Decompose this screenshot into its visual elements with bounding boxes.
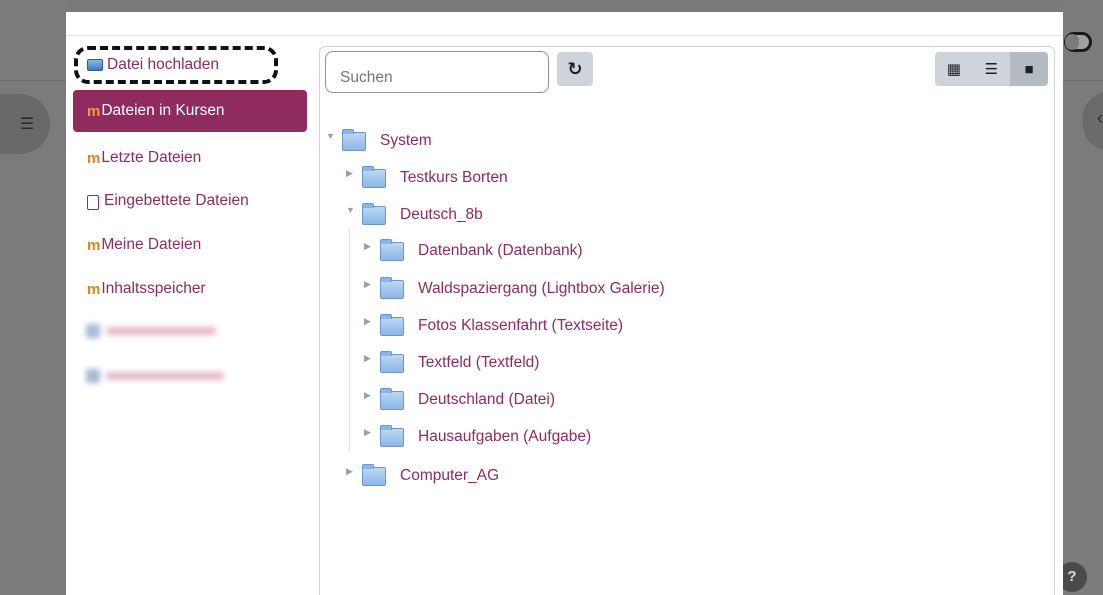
sidebar-item-my-files[interactable]: m Meine Dateien — [73, 224, 307, 266]
tree-node[interactable]: ▶ Testkurs Borten — [346, 164, 508, 192]
folder-icon — [380, 276, 404, 299]
refresh-button[interactable]: ↻ — [557, 52, 593, 86]
folder-icon — [380, 424, 404, 447]
refresh-icon: ↻ — [567, 59, 583, 79]
moodle-icon: m — [87, 280, 100, 298]
background-right-column — [1063, 0, 1103, 595]
moodle-icon: m — [87, 102, 100, 120]
tree-node[interactable]: ▼ Deutsch_8b — [346, 201, 483, 229]
list-view-button[interactable]: ☰ — [973, 52, 1011, 86]
collapsed-caret-icon: ▶ — [346, 167, 353, 178]
list-icon: ☰ — [19, 116, 35, 133]
sidebar-item-label: Inhaltsspeicher — [101, 280, 206, 297]
sidebar-item-label: Meine Dateien — [101, 236, 202, 253]
tree-node[interactable]: ▶ Hausaufgaben (Aufgabe) — [364, 423, 591, 451]
moodle-icon: m — [87, 236, 100, 254]
tree-view-button[interactable]: ■ — [1010, 52, 1048, 86]
background-divider — [0, 80, 66, 81]
file-picker-dialog: Datei hochladen m Dateien in Kursen m Le… — [66, 12, 1063, 595]
dialog-header-divider — [66, 35, 1063, 36]
highlight-annotation — [74, 46, 278, 84]
chevron-left-icon: ‹ — [1097, 108, 1103, 128]
folder-icon — [342, 128, 366, 151]
collapsed-caret-icon: ▶ — [364, 278, 371, 289]
collapsed-caret-icon: ▶ — [364, 389, 371, 400]
document-icon — [87, 194, 99, 210]
moodle-icon: m — [87, 149, 100, 167]
tree-node[interactable]: ▶ Deutschland (Datei) — [364, 386, 555, 414]
sidebar-item-obscured[interactable] — [86, 369, 224, 383]
tree-node[interactable]: ▶ Datenbank (Datenbank) — [364, 237, 583, 265]
tree-node[interactable]: ▶ Computer_AG — [346, 462, 499, 490]
sidebar-item-obscured[interactable] — [86, 324, 216, 338]
folder-icon — [362, 463, 386, 486]
tree-view-icon: ■ — [1024, 60, 1034, 78]
tree-node[interactable]: ▶ Fotos Klassenfahrt (Textseite) — [364, 312, 623, 340]
folder-icon — [362, 202, 386, 225]
sidebar-item-label: Dateien in Kursen — [101, 102, 225, 119]
tree-node[interactable]: ▶ Waldspaziergang (Lightbox Galerie) — [364, 275, 665, 303]
tree-node[interactable]: ▶ Textfeld (Textfeld) — [364, 349, 539, 377]
sidebar-item-course-files[interactable]: m Dateien in Kursen — [73, 90, 307, 132]
view-switcher: ▦ ☰ ■ — [935, 52, 1048, 86]
grid-view-button[interactable]: ▦ — [935, 52, 973, 86]
sidebar-item-content-bank[interactable]: m Inhaltsspeicher — [73, 268, 307, 310]
sidebar-item-label: Letzte Dateien — [101, 149, 202, 166]
folder-icon — [362, 165, 386, 188]
expanded-caret-icon: ▼ — [326, 131, 335, 141]
search-input[interactable] — [325, 51, 549, 93]
collapsed-caret-icon: ▶ — [364, 426, 371, 437]
edit-mode-toggle[interactable] — [1064, 32, 1092, 52]
collapsed-caret-icon: ▶ — [364, 240, 371, 251]
background-divider-right — [1063, 80, 1103, 81]
sidebar-item-label: Eingebettete Dateien — [104, 192, 249, 209]
folder-icon — [380, 238, 404, 261]
tree-guide-line — [349, 228, 350, 452]
collapsed-caret-icon: ▶ — [346, 465, 353, 476]
background-left-column — [0, 0, 66, 595]
grid-view-icon: ▦ — [946, 61, 961, 78]
collapsed-caret-icon: ▶ — [364, 315, 371, 326]
sidebar-item-embedded-files[interactable]: Eingebettete Dateien — [73, 180, 307, 222]
folder-icon — [380, 313, 404, 336]
folder-icon — [380, 387, 404, 410]
sidebar-item-recent-files[interactable]: m Letzte Dateien — [73, 137, 307, 179]
list-view-icon: ☰ — [984, 61, 999, 78]
expanded-caret-icon: ▼ — [346, 205, 355, 215]
tree-node-root[interactable]: ▼ System — [326, 127, 432, 155]
collapsed-caret-icon: ▶ — [364, 352, 371, 363]
folder-icon — [380, 350, 404, 373]
